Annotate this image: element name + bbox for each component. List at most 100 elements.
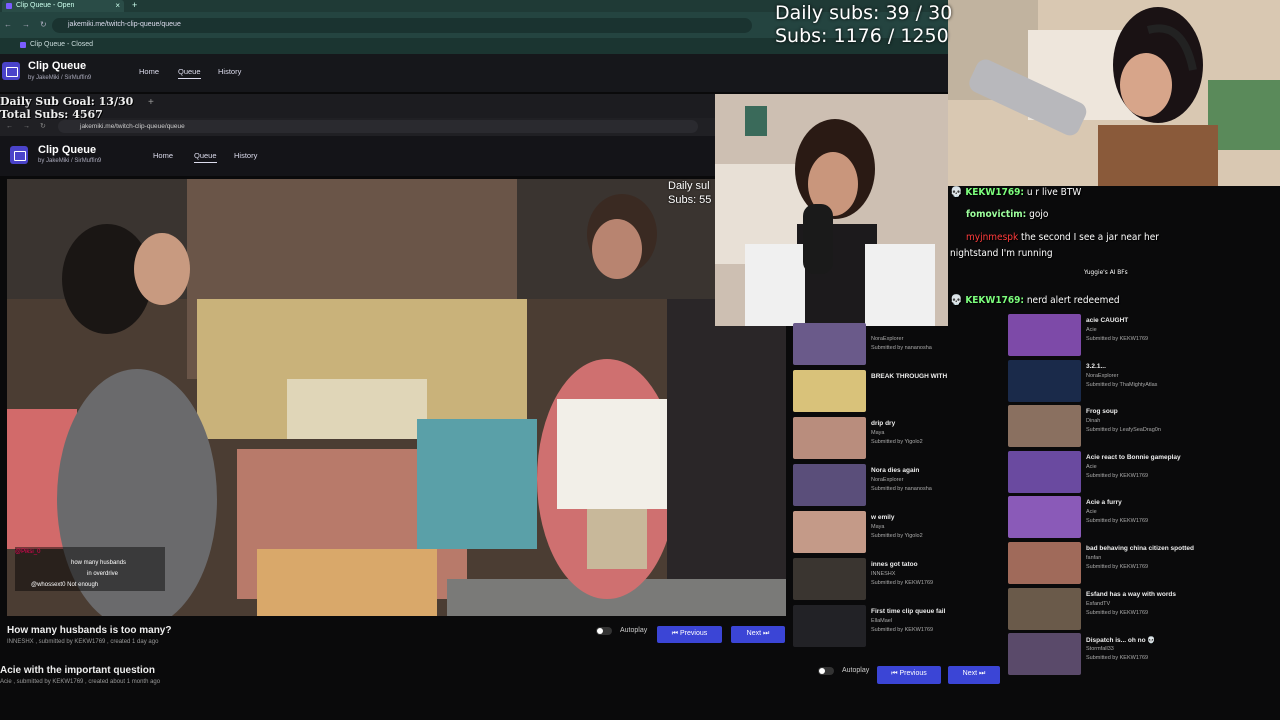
next-icon: ⏭ [761, 630, 770, 637]
outer-autoplay-toggle[interactable] [818, 667, 834, 675]
queue-item[interactable]: Esfand has a way with words EsfandTV Submi… [1008, 587, 1280, 632]
queue-item-submitter: Submitted by KEKW1769 [1086, 336, 1149, 342]
queue-item-author: fanfan [1086, 555, 1102, 561]
app-title: Clip Queue [28, 60, 87, 72]
daily-subs-count: Daily subs: 39 / 30 [775, 2, 953, 24]
outer-address-input[interactable]: jakemiki.me/twitch-clip-queue/queue [52, 18, 752, 33]
queue-thumbnail[interactable] [1008, 542, 1081, 584]
queue-thumbnail[interactable] [793, 511, 866, 553]
chat-message: myjnmespk the second I see a jar near he… [966, 232, 1159, 243]
queue-thumbnail[interactable] [1008, 633, 1081, 676]
queue-item-author: Acie [1086, 327, 1097, 333]
close-tab-icon[interactable]: × [115, 1, 120, 10]
queue-thumbnail[interactable] [793, 417, 866, 459]
queue-item[interactable]: w emily Maya Submitted by Yigolo2 [793, 511, 1003, 555]
inner-sub-stats: Daily Sub Goal: 13/30 Total Subs: 4567 [0, 95, 133, 121]
queue-item-title: Acie a furry [1086, 499, 1122, 507]
nav-home[interactable]: Home [139, 67, 159, 76]
queue-item-title: First time clip queue fail [871, 608, 946, 615]
queue-item[interactable]: drip dry Maya Submitted by Yigolo2 [793, 417, 1003, 461]
total-subs: Total Subs: 4567 [0, 108, 103, 121]
inner-nav-buttons[interactable]: ←→↻ [6, 122, 56, 130]
queue-item-author: Stormfall33 [1086, 646, 1114, 653]
outer-autoplay-label: Autoplay [842, 667, 870, 674]
outer-queue-list: acie CAUGHT Acie Submitted by KEKW1769 3.2.… [1008, 314, 1280, 684]
queue-item[interactable]: innes got tatoo INNESHX Submitted by KEKW1… [793, 558, 1003, 602]
queue-item-title: Acie react to Bonnie gameplay [1086, 453, 1181, 461]
streamer-webcam-main [948, 0, 1280, 186]
app-logo-icon[interactable] [2, 62, 20, 80]
queue-thumbnail[interactable] [793, 558, 866, 600]
queue-item[interactable]: Acie a furry Acie Submitted by KEKW1769 [1008, 496, 1280, 540]
sub-goal-overlay: Daily subs: 39 / 30 Subs: 1176 / 1250 [775, 2, 952, 48]
queue-item-author: NoraExplorer [1086, 372, 1119, 379]
queue-thumbnail[interactable] [1008, 359, 1081, 402]
queue-item-title: drip dry [871, 420, 896, 427]
inner-address-input[interactable]: jakemiki.me/twitch-clip-queue/queue [58, 120, 698, 133]
queue-item-author: NoraExplorer [871, 336, 904, 342]
new-tab-button[interactable]: + [132, 0, 137, 10]
queue-item-submitter: Submitted by Yigolo2 [871, 533, 923, 539]
queue-thumbnail[interactable] [1008, 496, 1081, 539]
queue-item[interactable]: Nora dies again NoraExplorer Submitted by … [793, 464, 1003, 508]
queue-item-submitter: Submitted by KEKW1769 [1086, 655, 1149, 662]
outer-tab[interactable]: Clip Queue - Open × [2, 0, 124, 12]
queue-thumbnail[interactable] [793, 323, 866, 365]
chat-message-continued: nightstand I'm running [950, 248, 1053, 259]
queue-item-author: NoraExplorer [871, 477, 904, 483]
bookmark-item[interactable]: Clip Queue - Closed [30, 41, 93, 48]
queue-thumbnail[interactable] [1008, 587, 1081, 630]
video-chat-line: @Piksi_0 [15, 549, 41, 555]
queue-thumbnail[interactable] [793, 605, 866, 647]
queue-item[interactable]: BREAK THROUGH WITH [793, 370, 1003, 414]
queue-thumbnail[interactable] [1008, 314, 1081, 356]
outer-clip-meta: Acie , submitted by KEKW1769 , created a… [0, 679, 161, 685]
queue-thumbnail[interactable] [793, 370, 866, 412]
chat-message: 💀 KEKW1769: u r live BTW [950, 187, 1082, 198]
outer-next-button[interactable]: Next ⏭ [948, 666, 1000, 684]
nav-queue[interactable]: Queue [178, 67, 201, 79]
queue-item[interactable]: Acie react to Bonnie gameplay Acie Submitt… [1008, 450, 1280, 495]
chat-message: 💀 KEKW1769: nerd alert redeemed [950, 295, 1120, 306]
video-chat-overlay: @Piksi_0 how many husbands in overdrive … [15, 547, 165, 591]
previous-icon: ⏮ [671, 630, 680, 637]
outer-previous-button[interactable]: ⏮ Previous [877, 666, 941, 684]
queue-thumbnail[interactable] [1008, 405, 1081, 448]
queue-item[interactable]: Dispatch is... oh no 💀 Stormfall33 Submitt… [1008, 633, 1280, 677]
queue-item[interactable]: NoraExplorer Submitted by nananosha [793, 323, 1003, 367]
queue-item-title: innes got tatoo [871, 561, 918, 568]
video-chat-line: how many husbands [71, 560, 127, 566]
skull-icon: 💀 [950, 295, 966, 306]
skull-icon: 💀 [950, 187, 966, 198]
chat-message: fomovictim: gojo [966, 209, 1049, 220]
inner-new-tab-button[interactable]: + [148, 97, 154, 108]
autoplay-label: Autoplay [620, 627, 648, 634]
video-chat-line: @whossext0 Not enough [31, 582, 99, 588]
inner-app-header: Clip Queue by JakeMiki / SirMuffin9 Home… [0, 136, 790, 176]
queue-item[interactable]: First time clip queue fail EllaMael Submit… [793, 605, 1003, 649]
next-icon: ⏭ [977, 670, 986, 677]
nav-history[interactable]: History [218, 67, 241, 76]
inner-nav-home[interactable]: Home [153, 151, 173, 160]
inner-nav-history[interactable]: History [234, 151, 257, 160]
queue-item[interactable]: 3.2.1... NoraExplorer Submitted by ThaMigh… [1008, 359, 1280, 404]
next-button[interactable]: Next ⏭ [731, 626, 785, 643]
outer-nav-buttons[interactable]: ←→↻ [4, 20, 57, 29]
queue-thumbnail[interactable] [793, 464, 866, 506]
queue-item-submitter: Submitted by LeafySeaDrag0n [1086, 427, 1161, 434]
queue-item-submitter: Submitted by KEKW1769 [1086, 472, 1149, 479]
inner-app-logo-icon[interactable] [10, 146, 28, 164]
queue-item-author: Maya [871, 524, 885, 530]
chat-clip-link: Yuggie's AI BFs [1084, 268, 1128, 276]
daily-sub-goal: Daily Sub Goal: 13/30 [0, 95, 134, 108]
previous-button[interactable]: ⏮ Previous [657, 626, 722, 643]
queue-item[interactable]: acie CAUGHT Acie Submitted by KEKW1769 [1008, 314, 1280, 358]
queue-item[interactable]: bad behaving china citizen spotted fanfan… [1008, 542, 1280, 586]
inner-queue-list: NoraExplorer Submitted by nananosha BREAK … [793, 323, 1003, 647]
queue-item[interactable]: Frog soup Dinah Submitted by LeafySeaDrag0… [1008, 405, 1280, 449]
inner-nav-queue[interactable]: Queue [194, 151, 217, 163]
queue-item-title: acie CAUGHT [1086, 317, 1129, 324]
autoplay-toggle[interactable] [596, 627, 612, 635]
video-player[interactable]: Daily sul Subs: 55 @Piksi_0 how many hus… [7, 179, 786, 616]
queue-thumbnail[interactable] [1008, 450, 1081, 493]
